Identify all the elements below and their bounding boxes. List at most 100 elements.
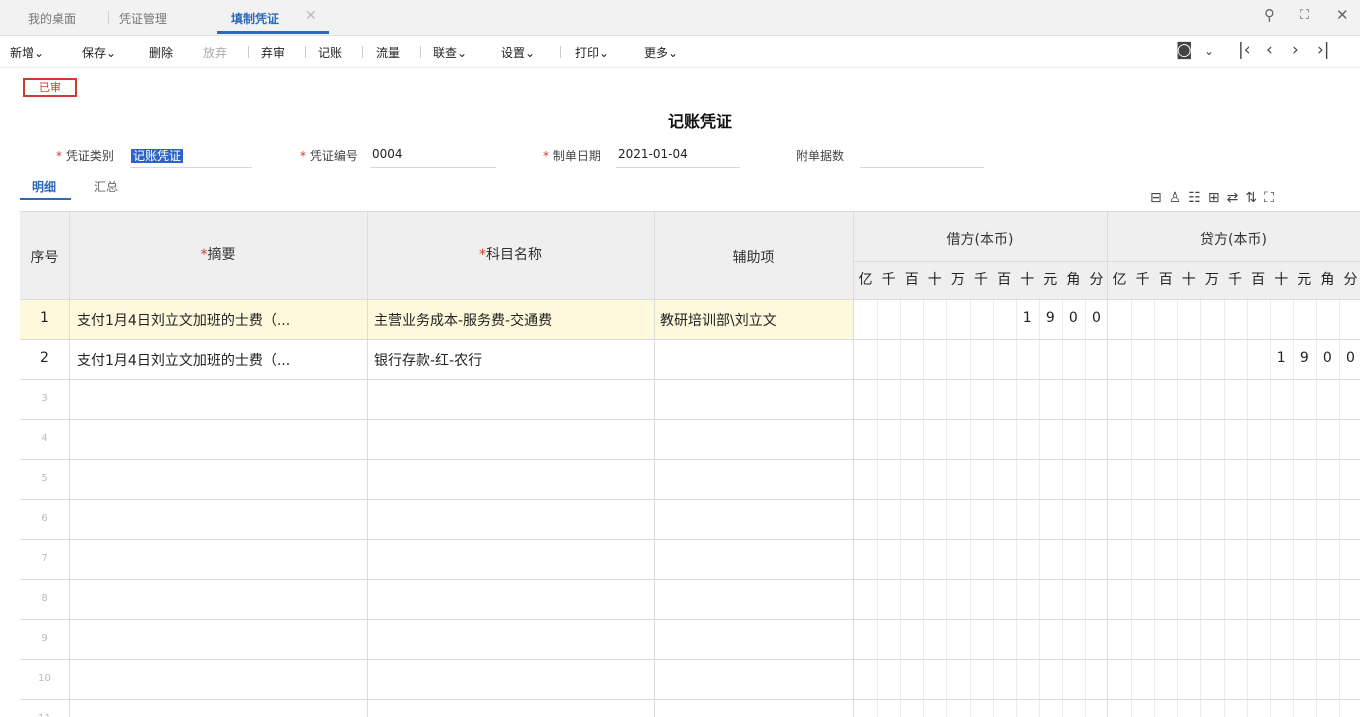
voucher-entry-table: 序号 *摘要 *科目名称 辅助项 借方(本币) 贷方(本币) 亿亿千千百百十十万… — [20, 211, 1360, 717]
digit-column-line — [1061, 261, 1063, 717]
tab-summary[interactable]: 汇总 — [94, 178, 118, 195]
print-button[interactable]: 打印⌄ — [575, 44, 609, 61]
tab-detail[interactable]: 明细 — [32, 178, 56, 195]
toolbar-separator — [362, 46, 363, 58]
delete-button[interactable]: 删除 — [149, 44, 173, 61]
tab-desktop[interactable]: 我的桌面 — [28, 10, 76, 27]
digit-column-line — [969, 261, 971, 717]
voucher-type-label-text: 凭证类别 — [65, 149, 114, 163]
voucher-no-label: * 凭证编号 — [300, 149, 358, 163]
credit-unit-header: 角 — [1320, 272, 1335, 288]
digit-column-line — [1154, 261, 1156, 717]
row-account[interactable]: 银行存款-红-农行 — [374, 350, 482, 370]
discard-button[interactable]: 放弃 — [203, 44, 227, 61]
empty-row-number: 10 — [38, 673, 51, 684]
row-summary[interactable]: 支付1月4日刘立文加班的士费（... — [77, 310, 290, 330]
debit-unit-header: 角 — [1066, 272, 1081, 288]
header-account: *科目名称 — [479, 247, 542, 263]
add-button[interactable]: 新增⌄ — [10, 44, 44, 61]
swap-icon[interactable]: ⇄ — [1227, 190, 1246, 206]
credit-unit-header: 元 — [1297, 272, 1312, 288]
prev-icon[interactable]: ‹ — [1266, 40, 1273, 60]
row-line — [20, 579, 1360, 580]
list-icon[interactable]: ☷ — [1188, 190, 1208, 206]
unaudit-button[interactable]: 弃审 — [261, 44, 285, 61]
debit-unit-header: 百 — [997, 272, 1012, 288]
header-summary: *摘要 — [200, 247, 236, 263]
expand-icon[interactable]: ⛶ — [1264, 190, 1281, 206]
row-debit-digit: 0 — [1068, 310, 1078, 326]
settings-button[interactable]: 设置⌄ — [501, 44, 535, 61]
empty-row-number: 11 — [20, 713, 69, 717]
post-button[interactable]: 记账 — [318, 44, 342, 61]
header-debit: 借方(本币) — [946, 232, 1014, 248]
empty-row-number: 8 — [41, 593, 48, 604]
cashflow-button[interactable]: 流量 — [376, 44, 400, 61]
row-summary[interactable]: 支付1月4日刘立文加班的士费（... — [77, 350, 290, 370]
locate-icon[interactable]: ◙ — [1176, 40, 1193, 60]
fullscreen-icon[interactable]: ⛶ — [1300, 8, 1309, 23]
voucher-type-value: 记账凭证 — [131, 149, 184, 163]
date-field[interactable]: 2021-01-04 — [618, 147, 688, 161]
empty-row-number: 9 — [41, 633, 48, 644]
digit-column-line — [1223, 261, 1225, 717]
column-line — [69, 211, 70, 717]
credit-unit-header: 十 — [1274, 272, 1289, 288]
column-line — [654, 211, 655, 717]
digit-column-line — [1269, 261, 1271, 717]
header-account-text: 科目名称 — [486, 247, 542, 263]
digit-column-line — [992, 261, 994, 717]
header-summary-text: 摘要 — [207, 247, 236, 263]
digit-column-line — [1315, 261, 1317, 717]
row-line — [20, 459, 1360, 460]
row-auxiliary[interactable]: 教研培训部\刘立文 — [660, 310, 777, 330]
active-tab-indicator — [217, 31, 329, 34]
adjust-icon[interactable]: ⇅ — [1245, 190, 1264, 206]
search-icon[interactable]: ⚲ — [1264, 6, 1275, 24]
debit-unit-header: 万 — [950, 272, 965, 288]
linked-query-button[interactable]: 联查⌄ — [433, 44, 467, 61]
digit-column-line — [1246, 261, 1248, 717]
row-line — [20, 339, 1360, 340]
save-button[interactable]: 保存⌄ — [82, 44, 116, 61]
row-line — [20, 299, 1360, 300]
tab-close-icon[interactable]: ✕ — [305, 8, 317, 24]
tab-fill-voucher[interactable]: 填制凭证 — [231, 10, 279, 27]
digit-column-line — [1085, 261, 1086, 717]
close-icon[interactable]: ✕ — [1336, 6, 1349, 24]
row-debit-digit: 0 — [1092, 310, 1101, 326]
voucher-type-field[interactable]: 记账凭证 — [131, 147, 184, 164]
detail-tab-indicator — [20, 198, 71, 200]
row-line — [20, 539, 1360, 540]
page-title: 记账凭证 — [667, 112, 732, 131]
row-account[interactable]: 主营业务成本-服务费-交通费 — [374, 310, 552, 330]
attachments-underline — [860, 167, 984, 168]
tab-voucher-management[interactable]: 凭证管理 — [119, 10, 167, 27]
digit-column-line — [1200, 261, 1202, 717]
toolbar-separator — [560, 46, 561, 58]
split-icon[interactable]: ⊞ — [1208, 190, 1227, 206]
last-icon[interactable]: ›| — [1317, 40, 1330, 60]
row-line — [20, 379, 1360, 380]
voucher-no-field[interactable]: 0004 — [372, 147, 403, 161]
toolbar-separator — [420, 46, 421, 58]
dropdown-icon[interactable]: ⌄ — [1204, 44, 1214, 58]
digit-column-line — [1131, 261, 1133, 717]
header-seq: 序号 — [30, 250, 59, 266]
digit-column-line — [1339, 261, 1340, 717]
stamp-icon[interactable]: ♙ — [1169, 190, 1189, 206]
first-icon[interactable]: |‹ — [1238, 40, 1251, 60]
empty-row-number: 6 — [41, 513, 48, 524]
status-stamp: 已审 — [23, 78, 77, 97]
debit-unit-header: 元 — [1043, 272, 1058, 288]
insert-row-icon[interactable]: ⊟ — [1150, 190, 1169, 206]
row-seq: 1 — [40, 310, 49, 326]
credit-unit-header: 十 — [1181, 272, 1196, 288]
credit-unit-header: 亿 — [1112, 272, 1127, 288]
tab-separator — [108, 11, 109, 24]
row-line — [20, 499, 1360, 500]
more-button[interactable]: 更多⌄ — [644, 44, 678, 61]
debit-unit-header: 亿 — [858, 272, 873, 288]
next-icon[interactable]: › — [1292, 40, 1299, 60]
date-label-text: 制单日期 — [552, 149, 601, 163]
